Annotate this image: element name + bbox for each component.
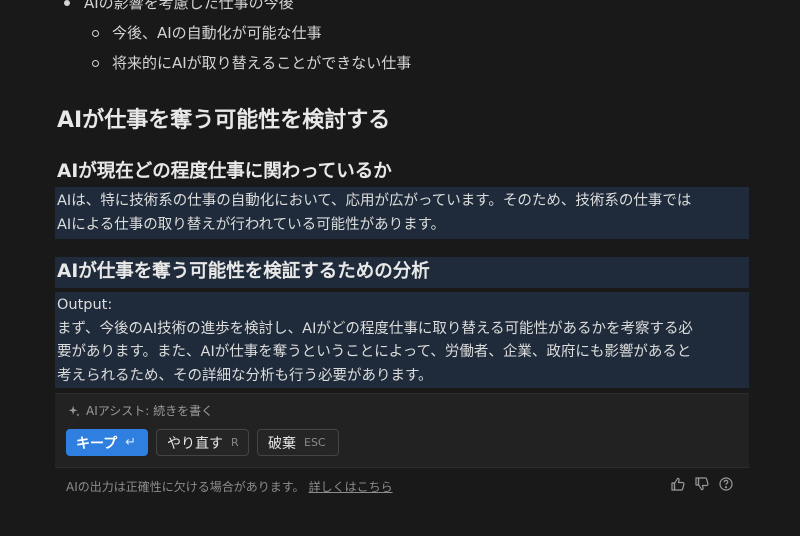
list-item[interactable]: 将来的にAIが取り替えることができない仕事 bbox=[62, 48, 411, 78]
redo-shortcut: R bbox=[231, 436, 239, 449]
divider bbox=[55, 467, 749, 468]
list-item-text: AIの影響を考慮した仕事の今後 bbox=[84, 0, 294, 12]
ai-assist-panel: AIアシスト: 続きを書く キープ ↵ やり直す R 破棄 ESC bbox=[55, 393, 749, 467]
ai-generated-paragraph[interactable]: AIは、特に技術系の仕事の自動化において、応用が広がっています。そのため、技術系… bbox=[55, 187, 749, 239]
list-item[interactable]: 今後、AIの自動化が可能な仕事 bbox=[62, 18, 411, 48]
paragraph-line: AIは、特に技術系の仕事の自動化において、応用が広がっています。そのため、技術系… bbox=[57, 193, 692, 209]
redo-button-label: やり直す bbox=[167, 435, 223, 452]
enter-key-icon: ↵ bbox=[125, 435, 137, 450]
ai-generated-heading[interactable]: AIが仕事を奪う可能性を検証するための分析 bbox=[55, 257, 749, 288]
paragraph-line: まず、今後のAI技術の進歩を検討し、AIがどの程度仕事に取り替える可能性があるか… bbox=[57, 320, 693, 337]
discard-button-label: 破棄 bbox=[268, 435, 296, 452]
ai-assist-label-text: AIアシスト: 続きを書く bbox=[86, 404, 214, 418]
circle-bullet-icon bbox=[92, 60, 99, 67]
circle-bullet-icon bbox=[92, 30, 99, 37]
list-item-text: 今後、AIの自動化が可能な仕事 bbox=[112, 24, 322, 42]
bullet-list: AIの影響を考慮した仕事の今後 今後、AIの自動化が可能な仕事 将来的にAIが取… bbox=[62, 0, 411, 78]
discard-shortcut: ESC bbox=[304, 436, 326, 449]
ai-assist-label: AIアシスト: 続きを書く bbox=[67, 402, 213, 419]
section1-heading[interactable]: AIが現在どの程度仕事に関わっているか bbox=[57, 157, 392, 183]
learn-more-link[interactable]: 詳しくはこちら bbox=[309, 480, 393, 494]
ai-generated-paragraph[interactable]: Output: まず、今後のAI技術の進歩を検討し、AIがどの程度仕事に取り替え… bbox=[55, 292, 749, 388]
paragraph-line: AIによる仕事の取り替えが行われている可能性があります。 bbox=[57, 217, 446, 233]
redo-button[interactable]: やり直す R bbox=[156, 429, 249, 456]
thumbs-down-icon[interactable] bbox=[694, 476, 710, 492]
discard-button[interactable]: 破棄 ESC bbox=[257, 429, 339, 456]
disclaimer: AIの出力は正確性に欠ける場合があります。 詳しくはこちら bbox=[66, 478, 393, 495]
sparkle-icon bbox=[67, 404, 81, 418]
paragraph-line: Output: bbox=[57, 297, 113, 313]
bullet-icon bbox=[64, 0, 70, 6]
keep-button[interactable]: キープ ↵ bbox=[66, 429, 148, 456]
keep-button-label: キープ bbox=[76, 435, 118, 452]
paragraph-line: 要があります。また、AIが仕事を奪うということによって、労働者、企業、政府にも影… bbox=[57, 344, 692, 360]
list-item[interactable]: AIの影響を考慮した仕事の今後 bbox=[62, 0, 411, 18]
paragraph-line: 考えられるため、その詳細な分析も行う必要があります。 bbox=[57, 367, 433, 384]
feedback-icons bbox=[670, 476, 734, 492]
list-item-text: 将来的にAIが取り替えることができない仕事 bbox=[112, 54, 412, 72]
heading-2[interactable]: AIが仕事を奪う可能性を検討する bbox=[57, 102, 390, 134]
thumbs-up-icon[interactable] bbox=[670, 476, 686, 492]
help-icon[interactable] bbox=[718, 476, 734, 492]
editor-page: AIの影響を考慮した仕事の今後 今後、AIの自動化が可能な仕事 将来的にAIが取… bbox=[0, 0, 800, 536]
disclaimer-text: AIの出力は正確性に欠ける場合があります。 bbox=[66, 480, 305, 494]
